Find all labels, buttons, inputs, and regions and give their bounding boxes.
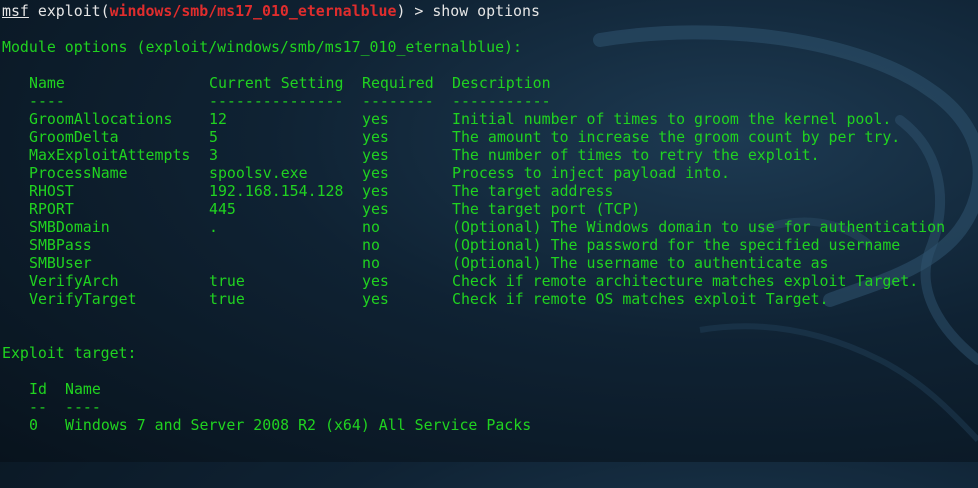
option-required: yes: [362, 110, 389, 128]
option-required: yes: [362, 128, 389, 146]
options-table-separator: ---- --------------- -------- ----------…: [2, 92, 978, 110]
option-value: 3: [209, 146, 218, 164]
table-row: RPORT 445 yes The target port (TCP): [2, 200, 978, 218]
prompt-module-path: windows/smb/ms17_010_eternalblue: [109, 2, 397, 20]
target-table-separator: -- ----: [2, 398, 978, 416]
table-row: ProcessName spoolsv.exe yes Process to inje…: [2, 164, 978, 182]
option-description: Initial number of times to groom the ker…: [452, 110, 892, 128]
option-name: VerifyTarget: [29, 290, 137, 308]
table-row: GroomDelta 5 yes The amount to increase the…: [2, 128, 978, 146]
option-name: SMBUser: [29, 254, 92, 272]
option-description: Process to inject payload into.: [452, 164, 730, 182]
option-name: MaxExploitAttempts: [29, 146, 191, 164]
target-id: 0: [29, 416, 38, 434]
module-options-heading: Module options (exploit/windows/smb/ms17…: [2, 38, 522, 56]
table-row: SMBUser no (Optional) The username to auth…: [2, 254, 978, 272]
option-description: Check if remote architecture matches exp…: [452, 272, 919, 290]
header-id: Id: [29, 380, 47, 398]
separator-current-setting: ---------------: [209, 92, 344, 110]
option-required: no: [362, 218, 380, 236]
option-description: (Optional) The Windows domain to use for…: [452, 218, 946, 236]
option-value: 445: [209, 200, 236, 218]
header-required: Required: [362, 74, 434, 92]
option-value: 12: [209, 110, 227, 128]
header-target-name: Name: [65, 380, 101, 398]
option-name: RPORT: [29, 200, 74, 218]
separator-description: -----------: [452, 92, 551, 110]
separator-id: --: [29, 398, 47, 416]
prompt-command-suffix: ) > show options: [396, 2, 540, 20]
option-required: no: [362, 254, 380, 272]
option-description: (Optional) The username to authenticate …: [452, 254, 829, 272]
option-required: yes: [362, 200, 389, 218]
table-row: SMBPass no (Optional) The password for the…: [2, 236, 978, 254]
header-description: Description: [452, 74, 551, 92]
target-table-header: Id Name: [2, 380, 978, 398]
msf-prompt-label: msf: [2, 2, 29, 20]
prompt-exploit-prefix: exploit(: [28, 2, 110, 20]
separator-required: --------: [362, 92, 434, 110]
option-required: no: [362, 236, 380, 254]
table-row: 0 Windows 7 and Server 2008 R2 (x64) All…: [2, 416, 978, 434]
table-row: RHOST 192.168.154.128 yes The target addres…: [2, 182, 978, 200]
options-table-header: Name Current Setting Required Descriptio…: [2, 74, 978, 92]
option-description: Check if remote OS matches exploit Targe…: [452, 290, 829, 308]
option-description: The amount to increase the groom count b…: [452, 128, 901, 146]
options-table-body: GroomAllocations 12 yes Initial number of t…: [2, 110, 978, 308]
header-current-setting: Current Setting: [209, 74, 344, 92]
table-row: SMBDomain. no (Optional) The Windows domai…: [2, 218, 978, 236]
option-value: true: [209, 290, 245, 308]
target-name: Windows 7 and Server 2008 R2 (x64) All S…: [65, 416, 532, 434]
option-name: GroomAllocations: [29, 110, 173, 128]
separator-target-name: ----: [65, 398, 101, 416]
exploit-target-heading: Exploit target:: [2, 344, 137, 362]
option-description: The target port (TCP): [452, 200, 641, 218]
separator-name: ----: [29, 92, 65, 110]
option-name: RHOST: [29, 182, 74, 200]
option-value: .: [209, 218, 218, 236]
option-required: yes: [362, 272, 389, 290]
option-name: SMBDomain: [29, 218, 110, 236]
option-value: 5: [209, 128, 218, 146]
option-name: GroomDelta: [29, 128, 119, 146]
option-required: yes: [362, 182, 389, 200]
table-row: VerifyTarget true yes Check if remote OS ma…: [2, 290, 978, 308]
option-name: VerifyArch: [29, 272, 119, 290]
option-description: (Optional) The password for the specifie…: [452, 236, 901, 254]
option-required: yes: [362, 146, 389, 164]
table-row: MaxExploitAttempts 3 yes The number of time…: [2, 146, 978, 164]
terminal-output: msf exploit(windows/smb/ms17_010_eternal…: [2, 2, 978, 434]
option-value: spoolsv.exe: [209, 164, 308, 182]
table-row: VerifyArch true yes Check if remote archite…: [2, 272, 978, 290]
header-name: Name: [29, 74, 65, 92]
option-value: true: [209, 272, 245, 290]
option-name: ProcessName: [29, 164, 128, 182]
command-prompt-line: msf exploit(windows/smb/ms17_010_eternal…: [2, 2, 978, 20]
option-value: 192.168.154.128: [209, 182, 344, 200]
option-required: yes: [362, 290, 389, 308]
option-required: yes: [362, 164, 389, 182]
option-name: SMBPass: [29, 236, 92, 254]
table-row: GroomAllocations 12 yes Initial number of t…: [2, 110, 978, 128]
option-description: The target address: [452, 182, 614, 200]
option-description: The number of times to retry the exploit…: [452, 146, 820, 164]
